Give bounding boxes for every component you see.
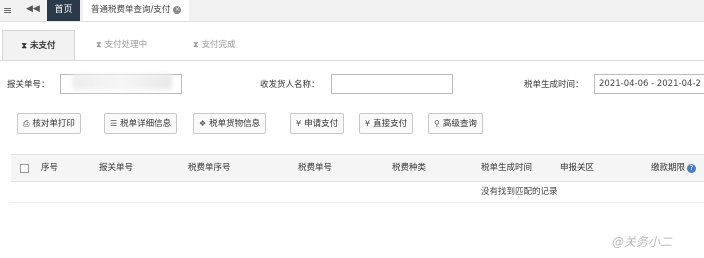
tax-goods-button[interactable]: ❖ 税单货物信息 <box>193 113 267 134</box>
tax-goods-label: 税单货物信息 <box>209 119 261 129</box>
redacted-value <box>72 74 172 90</box>
hourglass-icon: ⧗ <box>193 40 199 49</box>
table-empty-row: 没有找到匹配的记录 <box>11 181 704 203</box>
status-tabs: ⧗ 未支付 ⧗ 支付处理中 ⧗ 支付完成 <box>0 26 704 61</box>
col-tax-type[interactable]: 税费种类 <box>392 155 426 181</box>
cubes-icon: ❖ <box>199 119 207 128</box>
print-icon: ⎙ <box>23 119 30 128</box>
col-deadline[interactable]: 缴款期限? <box>651 155 697 181</box>
yen-icon: ¥ <box>365 119 371 128</box>
tab-unpaid-label: 未支付 <box>30 41 56 51</box>
print-check-button[interactable]: ⎙ 核对单打印 <box>17 113 81 134</box>
hourglass-icon: ⧗ <box>21 41 28 50</box>
col-index[interactable]: 序号 <box>41 155 58 181</box>
list-icon: ☰ <box>110 119 118 128</box>
consignee-input[interactable] <box>331 74 453 94</box>
print-check-label: 核对单打印 <box>32 119 75 129</box>
tax-detail-label: 税单详细信息 <box>120 119 172 129</box>
close-icon[interactable]: × <box>173 5 182 14</box>
consignee-label: 收发货人名称： <box>260 80 320 90</box>
col-tax-no[interactable]: 税费单号 <box>298 155 332 181</box>
date-label: 税单生成时间： <box>524 80 584 90</box>
tab-home[interactable]: 首页 <box>47 0 80 21</box>
declaration-no-label: 报关单号： <box>7 80 50 90</box>
table-header: 序号 报关单号 税费单序号 税费单号 税费种类 税单生成时间 申报关区 缴款期限… <box>11 154 704 182</box>
tab-tax-payment[interactable]: 普通税费单查询/支付 × <box>83 0 190 21</box>
direct-payment-label: 直接支付 <box>373 119 408 129</box>
tab-tax-payment-label: 普通税费单查询/支付 <box>91 5 171 15</box>
col-declaration-no[interactable]: 报关单号 <box>99 155 133 181</box>
col-deadline-label: 缴款期限 <box>651 163 686 173</box>
tab-processing-label: 支付处理中 <box>104 40 148 50</box>
tax-detail-button[interactable]: ☰ 税单详细信息 <box>104 113 178 134</box>
hourglass-icon: ⧗ <box>96 40 102 49</box>
watermark: @关务小二 <box>612 235 673 249</box>
search-icon: ⚲ <box>434 119 440 128</box>
tab-unpaid[interactable]: ⧗ 未支付 <box>2 30 75 60</box>
double-left-arrow-icon[interactable]: ◀◀ <box>26 4 40 14</box>
direct-payment-button[interactable]: ¥ 直接支付 <box>359 113 414 134</box>
advanced-search-label: 高级查询 <box>442 119 477 129</box>
empty-message: 没有找到匹配的记录 <box>481 187 558 197</box>
top-tab-bar: ≡ ◀◀ 首页 普通税费单查询/支付 × <box>0 0 704 22</box>
advanced-search-button[interactable]: ⚲ 高级查询 <box>428 113 483 134</box>
date-range-input[interactable]: 2021-04-06 - 2021-04-2 <box>594 74 704 94</box>
tab-paid[interactable]: ⧗ 支付完成 <box>193 30 236 59</box>
apply-payment-button[interactable]: ¥ 申请支付 <box>290 113 345 134</box>
col-customs-area[interactable]: 申报关区 <box>560 155 594 181</box>
yen-icon: ¥ <box>296 119 302 128</box>
select-all-checkbox[interactable] <box>20 164 29 173</box>
tab-paid-label: 支付完成 <box>201 40 236 50</box>
apply-payment-label: 申请支付 <box>304 119 339 129</box>
col-tax-seq[interactable]: 税费单序号 <box>188 155 231 181</box>
col-created-time[interactable]: 税单生成时间 <box>481 155 532 181</box>
tab-processing[interactable]: ⧗ 支付处理中 <box>96 30 147 59</box>
help-icon[interactable]: ? <box>687 164 697 173</box>
hamburger-icon[interactable]: ≡ <box>3 4 12 17</box>
